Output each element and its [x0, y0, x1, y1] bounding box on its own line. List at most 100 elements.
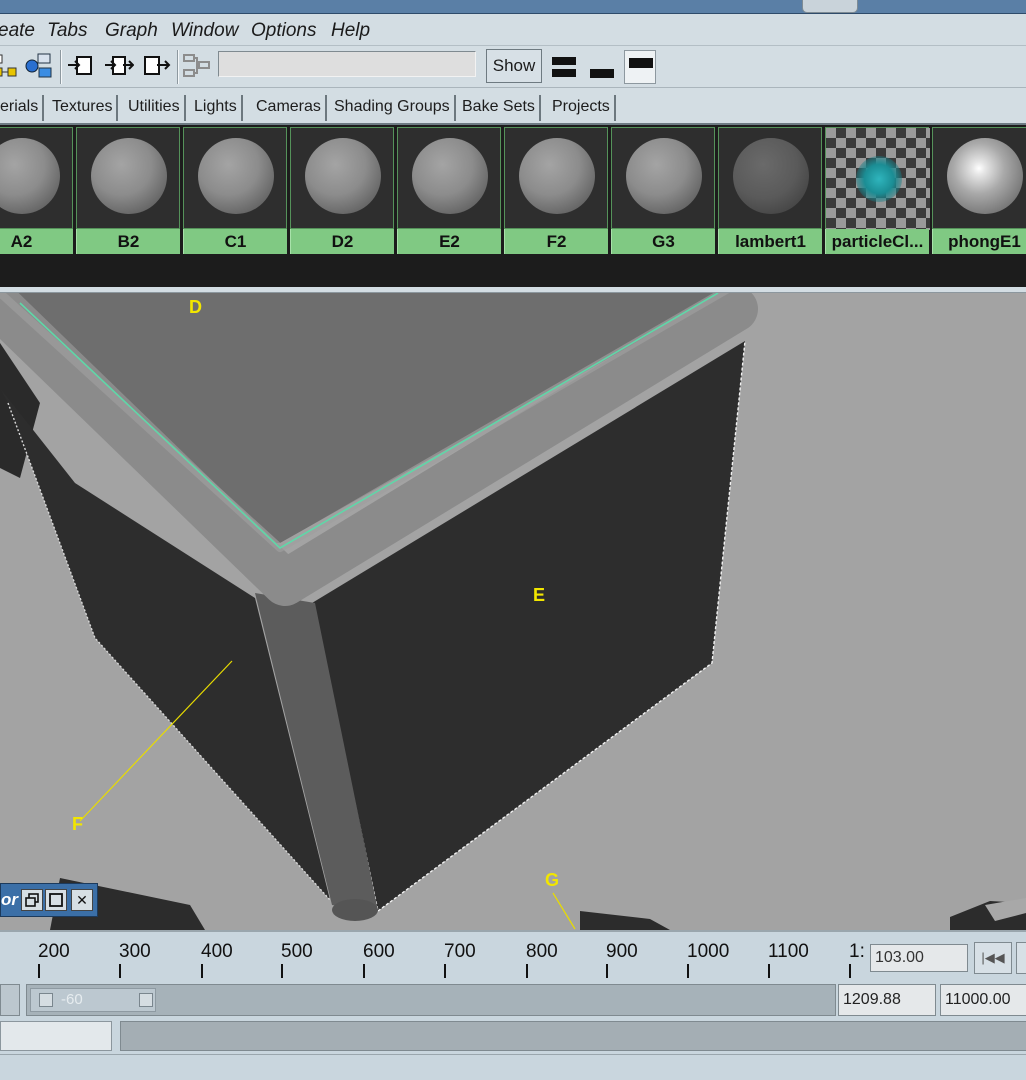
material-swatch-a2[interactable]: A2: [0, 127, 73, 254]
tab-shading-groups[interactable]: Shading Groups: [330, 95, 456, 121]
object-bottom-mid: [580, 911, 670, 930]
floating-window-title: or: [1, 890, 18, 909]
floating-window-titlebar[interactable]: or ✕: [0, 883, 98, 917]
tick-mark: [768, 964, 770, 978]
animation-end-field[interactable]: 11000.00: [940, 984, 1026, 1016]
filter-field[interactable]: [218, 51, 476, 77]
tick-label: 300: [119, 941, 151, 962]
material-swatch-phong-e1[interactable]: phongE1: [932, 127, 1026, 254]
tick-label: 1:: [849, 941, 865, 962]
tick-label: 200: [38, 941, 70, 962]
sphere-preview-icon: [733, 138, 809, 214]
swatch-label: phongE1: [932, 229, 1026, 254]
range-handle-start[interactable]: [39, 993, 53, 1007]
playback-end-field[interactable]: 1209.88: [838, 984, 936, 1016]
tick-label: 1000: [687, 941, 730, 962]
title-bar-button[interactable]: [802, 0, 858, 13]
step-back-button[interactable]: [1016, 942, 1026, 974]
menu-create[interactable]: eate: [0, 20, 35, 42]
tick-mark: [119, 964, 121, 978]
tab-cameras[interactable]: Cameras: [252, 95, 327, 121]
range-handle-end[interactable]: [139, 993, 153, 1007]
range-track[interactable]: -60: [26, 984, 836, 1016]
swatch-label: F2: [504, 229, 608, 254]
range-handle[interactable]: -60: [30, 988, 156, 1012]
tick-label: 500: [281, 941, 313, 962]
tick-mark: [526, 964, 528, 978]
tick-mark: [363, 964, 365, 978]
material-swatch-e2[interactable]: E2: [397, 127, 501, 254]
tick-label: 400: [201, 941, 233, 962]
3d-viewport[interactable]: D E F G or ✕: [0, 293, 1026, 930]
tick-label: 800: [526, 941, 558, 962]
tick-mark: [444, 964, 446, 978]
tab-textures[interactable]: Textures: [48, 95, 119, 121]
menu-bar: eate Tabs Graph Window Options Help: [0, 15, 1026, 45]
hypershade-tabs: erials Textures Utilities Lights Cameras…: [0, 87, 1026, 123]
network-icon[interactable]: [24, 52, 54, 80]
scene-render: [0, 293, 1026, 930]
swatch-label: G3: [611, 229, 715, 254]
tick-label: 1100: [768, 941, 809, 962]
material-swatch-b2[interactable]: B2: [76, 127, 180, 254]
material-swatch-f2[interactable]: F2: [504, 127, 608, 254]
start-time-field[interactable]: [0, 984, 20, 1016]
material-swatch-particle-cloud[interactable]: particleCl...: [825, 127, 930, 254]
material-swatch-g3[interactable]: G3: [611, 127, 715, 254]
close-icon[interactable]: ✕: [71, 889, 93, 911]
output-connections-icon[interactable]: [142, 52, 172, 80]
tab-utilities[interactable]: Utilities: [124, 95, 186, 121]
show-button[interactable]: Show: [486, 49, 542, 83]
material-swatch-lambert1[interactable]: lambert1: [718, 127, 822, 254]
swatch-label: A2: [0, 229, 73, 254]
title-strip: [0, 0, 1026, 14]
tick-label: 900: [606, 941, 638, 962]
menu-window[interactable]: Window: [171, 20, 238, 42]
sphere-preview-icon: [305, 138, 381, 214]
range-start-value: -60: [61, 991, 83, 1008]
layout-top-bottom-icon[interactable]: [548, 50, 580, 84]
go-to-start-icon[interactable]: |◀◀: [974, 942, 1012, 974]
tick-mark: [281, 964, 283, 978]
maya-hypershade-window: eate Tabs Graph Window Options Help Show: [0, 0, 1026, 1080]
tick-mark: [849, 964, 851, 978]
tab-lights[interactable]: Lights: [190, 95, 243, 121]
graph-layout-icon[interactable]: [182, 52, 212, 80]
time-slider[interactable]: 200 300 400 500 600 700 800 900 1000 110…: [0, 930, 1026, 982]
sphere-preview-icon: [412, 138, 488, 214]
swatch-label: B2: [76, 229, 180, 254]
tick-mark: [201, 964, 203, 978]
restore-icon[interactable]: [21, 889, 43, 911]
tab-bake-sets[interactable]: Bake Sets: [458, 95, 541, 121]
material-swatch-d2[interactable]: D2: [290, 127, 394, 254]
annotation-label-d: D: [189, 297, 202, 317]
tick-label: 700: [444, 941, 476, 962]
toolbar-separator: [60, 50, 62, 84]
menu-help[interactable]: Help: [331, 20, 370, 42]
command-input[interactable]: [0, 1021, 112, 1051]
tab-projects[interactable]: Projects: [548, 95, 616, 121]
material-swatch-panel: A2 B2 C1 D2 E2 F2 G3 lambert1 particleCl…: [0, 123, 1026, 287]
swatch-label: D2: [290, 229, 394, 254]
material-swatch-c1[interactable]: C1: [183, 127, 287, 254]
command-line: [0, 1018, 1026, 1054]
menu-graph[interactable]: Graph: [105, 20, 158, 42]
current-time-field[interactable]: 103.00: [870, 944, 968, 972]
tab-materials[interactable]: erials: [0, 95, 45, 121]
sphere-preview-icon: [0, 138, 60, 214]
layout-bottom-only-icon[interactable]: [586, 50, 618, 84]
input-output-connections-icon[interactable]: [104, 52, 135, 80]
menu-options[interactable]: Options: [251, 20, 316, 42]
sphere-preview-icon: [519, 138, 595, 214]
maximize-icon[interactable]: [45, 889, 67, 911]
tick-label: 600: [363, 941, 395, 962]
input-connections-icon[interactable]: [66, 52, 96, 80]
particle-cloud-icon: [856, 156, 902, 202]
graph-nodes-icon[interactable]: [0, 52, 22, 80]
annotation-label-f: F: [72, 814, 83, 834]
swatch-label: C1: [183, 229, 287, 254]
swatch-label: particleCl...: [825, 229, 929, 254]
layout-top-only-icon[interactable]: [624, 50, 656, 84]
sphere-preview-icon: [198, 138, 274, 214]
menu-tabs[interactable]: Tabs: [47, 20, 88, 42]
